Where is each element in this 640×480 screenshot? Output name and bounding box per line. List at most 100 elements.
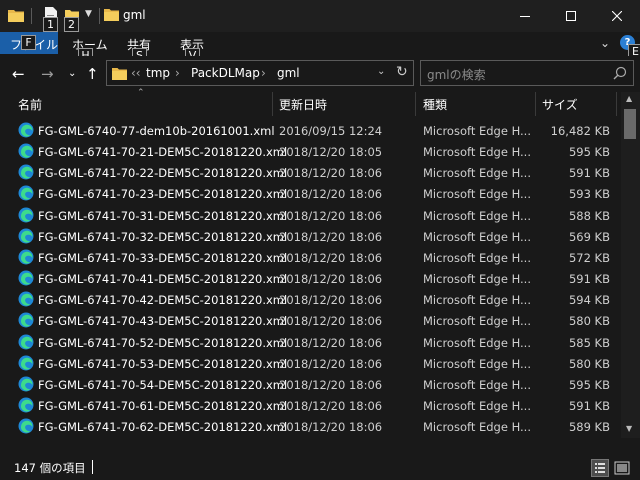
- file-name: FG-GML-6741-70-31-DEM5C-20181220.xml: [38, 208, 288, 223]
- table-row[interactable]: FG-GML-6741-70-32-DEM5C-20181220.xml 2018…: [0, 226, 620, 247]
- recent-locations-icon[interactable]: ⌄: [68, 68, 76, 79]
- file-name: FG-GML-6741-70-23-DEM5C-20181220.xml: [38, 187, 288, 202]
- search-input[interactable]: gmlの検索: [427, 66, 486, 83]
- file-date: 2016/09/15 12:24: [279, 124, 383, 138]
- edge-icon: [18, 207, 34, 223]
- file-name: FG-GML-6741-70-21-DEM5C-20181220.xml: [38, 145, 288, 160]
- maximize-icon: [566, 11, 576, 21]
- breadcrumb-separator[interactable]: ›: [175, 66, 180, 80]
- file-name: FG-GML-6741-70-41-DEM5C-20181220.xml: [38, 272, 288, 287]
- column-divider[interactable]: [535, 92, 536, 116]
- file-date: 2018/12/20 18:06: [279, 377, 383, 392]
- maximize-button[interactable]: [548, 0, 594, 32]
- edge-icon: [18, 270, 34, 286]
- column-type[interactable]: 種類: [423, 96, 447, 113]
- expand-ribbon-icon[interactable]: ⌄: [600, 36, 610, 50]
- file-type: Microsoft Edge H...: [423, 335, 531, 350]
- file-name: FG-GML-6741-70-32-DEM5C-20181220.xml: [38, 229, 288, 244]
- file-date: 2018/12/20 18:06: [279, 250, 383, 265]
- overflow-icon[interactable]: ‹‹: [131, 66, 141, 80]
- file-date: 2018/12/20 18:06: [279, 420, 383, 435]
- vertical-scrollbar[interactable]: ▲ ▼: [621, 92, 640, 438]
- file-name: FG-GML-6741-70-52-DEM5C-20181220.xml: [38, 335, 288, 350]
- breadcrumb-gml[interactable]: gml: [277, 66, 300, 80]
- table-row[interactable]: FG-GML-6740-77-dem10b-20161001.xml 2016/0…: [0, 120, 620, 141]
- file-name: FG-GML-6741-70-22-DEM5C-20181220.xml: [38, 166, 288, 181]
- details-view-icon: [595, 463, 605, 473]
- scroll-up-icon[interactable]: ▲: [626, 94, 632, 103]
- title-bar: 1 2 ▼ gml: [0, 0, 640, 32]
- scroll-down-icon[interactable]: ▼: [626, 424, 632, 433]
- file-name: FG-GML-6741-70-53-DEM5C-20181220.xml: [38, 356, 288, 371]
- file-date: 2018/12/20 18:05: [279, 145, 383, 160]
- table-row[interactable]: FG-GML-6741-70-42-DEM5C-20181220.xml 2018…: [0, 289, 620, 310]
- column-divider[interactable]: [616, 92, 617, 116]
- window-title: gml: [123, 8, 146, 22]
- breadcrumb-separator[interactable]: ›: [261, 66, 266, 80]
- file-name: FG-GML-6741-70-33-DEM5C-20181220.xml: [38, 250, 288, 265]
- table-row[interactable]: FG-GML-6741-70-43-DEM5C-20181220.xml 2018…: [0, 310, 620, 331]
- close-button[interactable]: [594, 0, 640, 32]
- edge-icon: [18, 291, 34, 307]
- up-arrow-icon[interactable]: ↑: [86, 65, 99, 83]
- table-row[interactable]: FG-GML-6741-70-23-DEM5C-20181220.xml 2018…: [0, 183, 620, 204]
- folder-icon[interactable]: [8, 8, 24, 22]
- close-icon: [612, 11, 622, 21]
- table-row[interactable]: FG-GML-6741-70-21-DEM5C-20181220.xml 2018…: [0, 141, 620, 162]
- column-name[interactable]: 名前: [18, 96, 42, 113]
- table-row[interactable]: FG-GML-6741-70-22-DEM5C-20181220.xml 2018…: [0, 162, 620, 183]
- table-row[interactable]: FG-GML-6741-70-41-DEM5C-20181220.xml 2018…: [0, 268, 620, 289]
- column-divider[interactable]: [415, 92, 416, 116]
- ribbon-tabs: ファイル F ホーム H 共有 S 表示 V ⌄ ? E: [0, 32, 640, 63]
- address-bar[interactable]: ‹‹ tmp › PackDLMap › gml ⌄ ↻: [106, 60, 414, 86]
- table-row[interactable]: FG-GML-6741-70-53-DEM5C-20181220.xml 2018…: [0, 353, 620, 374]
- folder-icon: [104, 9, 119, 21]
- customize-toolbar-icon[interactable]: ▼: [85, 9, 92, 19]
- edge-icon: [18, 418, 34, 434]
- large-icons-view-button[interactable]: [613, 459, 631, 477]
- folder-icon: [112, 68, 127, 80]
- edge-icon: [18, 355, 34, 371]
- keytip-properties: 1: [43, 17, 58, 32]
- table-row[interactable]: FG-GML-6741-70-33-DEM5C-20181220.xml 2018…: [0, 247, 620, 268]
- table-row[interactable]: FG-GML-6741-70-54-DEM5C-20181220.xml 2018…: [0, 374, 620, 395]
- file-date: 2018/12/20 18:06: [279, 272, 383, 287]
- edge-icon: [18, 376, 34, 392]
- column-divider[interactable]: [272, 92, 273, 116]
- refresh-icon[interactable]: ↻: [396, 64, 408, 80]
- edge-icon: [18, 228, 34, 244]
- table-row[interactable]: FG-GML-6741-70-61-DEM5C-20181220.xml 2018…: [0, 395, 620, 416]
- column-size[interactable]: サイズ: [542, 96, 578, 113]
- edge-icon: [18, 312, 34, 328]
- search-box[interactable]: gmlの検索: [420, 60, 634, 86]
- file-type: Microsoft Edge H...: [423, 293, 531, 308]
- column-header: ⌃ 名前 更新日時 種類 サイズ: [0, 88, 620, 116]
- table-row[interactable]: FG-GML-6741-70-62-DEM5C-20181220.xml 2018…: [0, 416, 620, 437]
- file-type: Microsoft Edge H...: [423, 208, 531, 223]
- minimize-button[interactable]: [502, 0, 548, 32]
- file-size: 585 KB: [568, 335, 610, 350]
- details-view-button[interactable]: [591, 459, 609, 477]
- file-size: 593 KB: [568, 187, 610, 202]
- file-type: Microsoft Edge H...: [423, 145, 531, 160]
- item-count: 147 個の項目: [14, 461, 86, 475]
- keytip-new-folder: 2: [64, 17, 79, 32]
- file-name: FG-GML-6741-70-61-DEM5C-20181220.xml: [38, 398, 288, 413]
- table-row[interactable]: FG-GML-6741-70-31-DEM5C-20181220.xml 2018…: [0, 205, 620, 226]
- table-row[interactable]: FG-GML-6741-70-52-DEM5C-20181220.xml 2018…: [0, 332, 620, 353]
- file-size: 16,482 KB: [550, 124, 610, 138]
- edge-icon: [18, 185, 34, 201]
- keytip-file: F: [21, 35, 36, 50]
- scroll-thumb[interactable]: [624, 109, 636, 139]
- file-name: FG-GML-6740-77-dem10b-20161001.xml: [38, 124, 275, 138]
- address-dropdown-icon[interactable]: ⌄: [377, 66, 385, 77]
- file-size: 595 KB: [568, 145, 610, 160]
- large-icons-view-icon: [614, 461, 630, 475]
- file-size: 580 KB: [568, 314, 610, 329]
- column-date[interactable]: 更新日時: [279, 96, 327, 113]
- breadcrumb-tmp[interactable]: tmp: [146, 66, 170, 80]
- forward-arrow-icon[interactable]: →: [41, 65, 54, 83]
- breadcrumb-packdlmap[interactable]: PackDLMap: [191, 66, 260, 80]
- back-arrow-icon[interactable]: ←: [12, 65, 25, 83]
- file-date: 2018/12/20 18:06: [279, 314, 383, 329]
